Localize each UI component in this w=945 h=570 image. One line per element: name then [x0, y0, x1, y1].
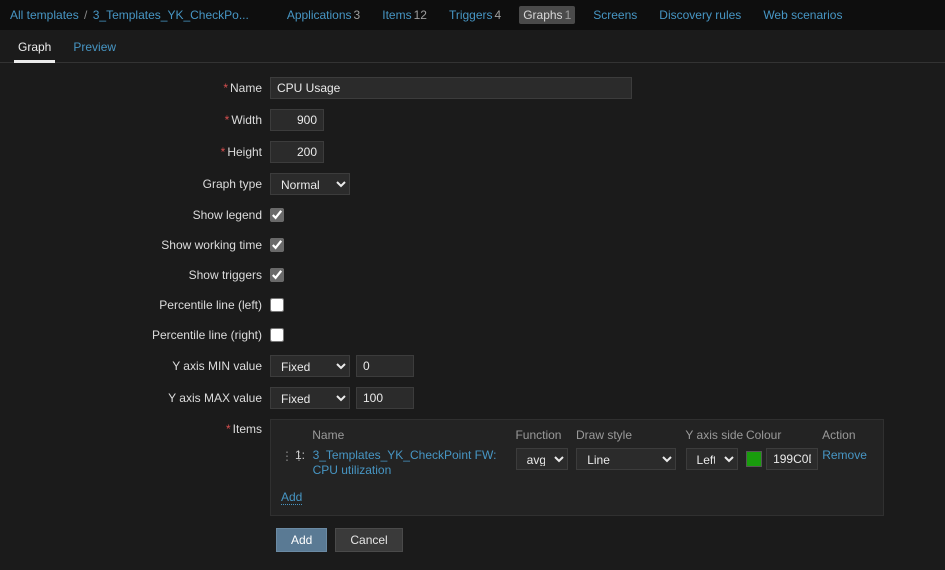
y-min-label: Y axis MIN value: [14, 356, 270, 376]
tab-graph[interactable]: Graph: [14, 34, 55, 63]
percentile-right-checkbox[interactable]: [270, 328, 284, 342]
breadcrumb-current[interactable]: 3_Templates_YK_CheckPo...: [93, 8, 249, 22]
items-panel: Name Function Draw style Y axis side Col…: [270, 419, 884, 516]
y-max-label: Y axis MAX value: [14, 388, 270, 408]
breadcrumb-root[interactable]: All templates: [10, 8, 79, 22]
cancel-button[interactable]: Cancel: [335, 528, 402, 552]
height-label: *Height: [14, 142, 270, 162]
y-max-mode-select[interactable]: Fixed: [270, 387, 350, 409]
items-head-colour: Colour: [746, 428, 822, 442]
item-row: ⋮⋮ 1: 3_Templates_YK_CheckPoint FW: CPU …: [281, 448, 873, 478]
percentile-left-label: Percentile line (left): [14, 295, 270, 315]
show-working-time-checkbox[interactable]: [270, 238, 284, 252]
items-head-function: Function: [515, 428, 576, 442]
top-nav: All templates / 3_Templates_YK_CheckPo..…: [0, 0, 945, 30]
show-triggers-label: Show triggers: [14, 265, 270, 285]
graph-type-select[interactable]: Normal: [270, 173, 350, 195]
name-label: *Name: [14, 78, 270, 98]
items-head-yaxis: Y axis side: [685, 428, 746, 442]
item-function-select[interactable]: avg: [516, 448, 568, 470]
y-min-input[interactable]: [356, 355, 414, 377]
item-name-link[interactable]: 3_Templates_YK_CheckPoint FW: CPU utiliz…: [313, 448, 497, 477]
nav-web-scenarios[interactable]: Web scenarios: [759, 6, 846, 24]
add-button[interactable]: Add: [276, 528, 327, 552]
item-add-link[interactable]: Add: [281, 490, 302, 505]
items-header: Name Function Draw style Y axis side Col…: [281, 428, 873, 442]
item-drawstyle-select[interactable]: Line: [576, 448, 676, 470]
name-input[interactable]: [270, 77, 632, 99]
item-colour-swatch[interactable]: [746, 451, 762, 467]
item-remove-link[interactable]: Remove: [822, 448, 867, 462]
form-buttons: Add Cancel: [276, 528, 931, 552]
nav-applications[interactable]: Applications3: [283, 6, 364, 24]
nav-items[interactable]: Items12: [378, 6, 431, 24]
nav-discovery-rules[interactable]: Discovery rules: [655, 6, 745, 24]
item-index: 1:: [295, 448, 313, 462]
nav-triggers[interactable]: Triggers4: [445, 6, 505, 24]
graph-form: *Name *Width *Height Graph type Normal S…: [0, 63, 945, 570]
nav-graphs[interactable]: Graphs1: [519, 6, 575, 24]
items-head-draw: Draw style: [576, 428, 685, 442]
width-label: *Width: [14, 110, 270, 130]
percentile-left-checkbox[interactable]: [270, 298, 284, 312]
item-yaxis-select[interactable]: Left: [686, 448, 738, 470]
breadcrumb-separator: /: [82, 8, 89, 22]
show-triggers-checkbox[interactable]: [270, 268, 284, 282]
height-input[interactable]: [270, 141, 324, 163]
show-legend-label: Show legend: [14, 205, 270, 225]
width-input[interactable]: [270, 109, 324, 131]
graph-type-label: Graph type: [14, 174, 270, 194]
show-working-time-label: Show working time: [14, 235, 270, 255]
drag-handle-icon[interactable]: ⋮⋮: [281, 448, 295, 464]
tabs: Graph Preview: [0, 30, 945, 63]
items-label: *Items: [14, 419, 270, 439]
items-head-action: Action: [822, 428, 873, 442]
nav-screens[interactable]: Screens: [589, 6, 641, 24]
y-min-mode-select[interactable]: Fixed: [270, 355, 350, 377]
item-colour-input[interactable]: [766, 448, 818, 470]
tab-preview[interactable]: Preview: [69, 34, 120, 62]
percentile-right-label: Percentile line (right): [14, 325, 270, 345]
y-max-input[interactable]: [356, 387, 414, 409]
items-head-name: Name: [312, 428, 515, 442]
show-legend-checkbox[interactable]: [270, 208, 284, 222]
